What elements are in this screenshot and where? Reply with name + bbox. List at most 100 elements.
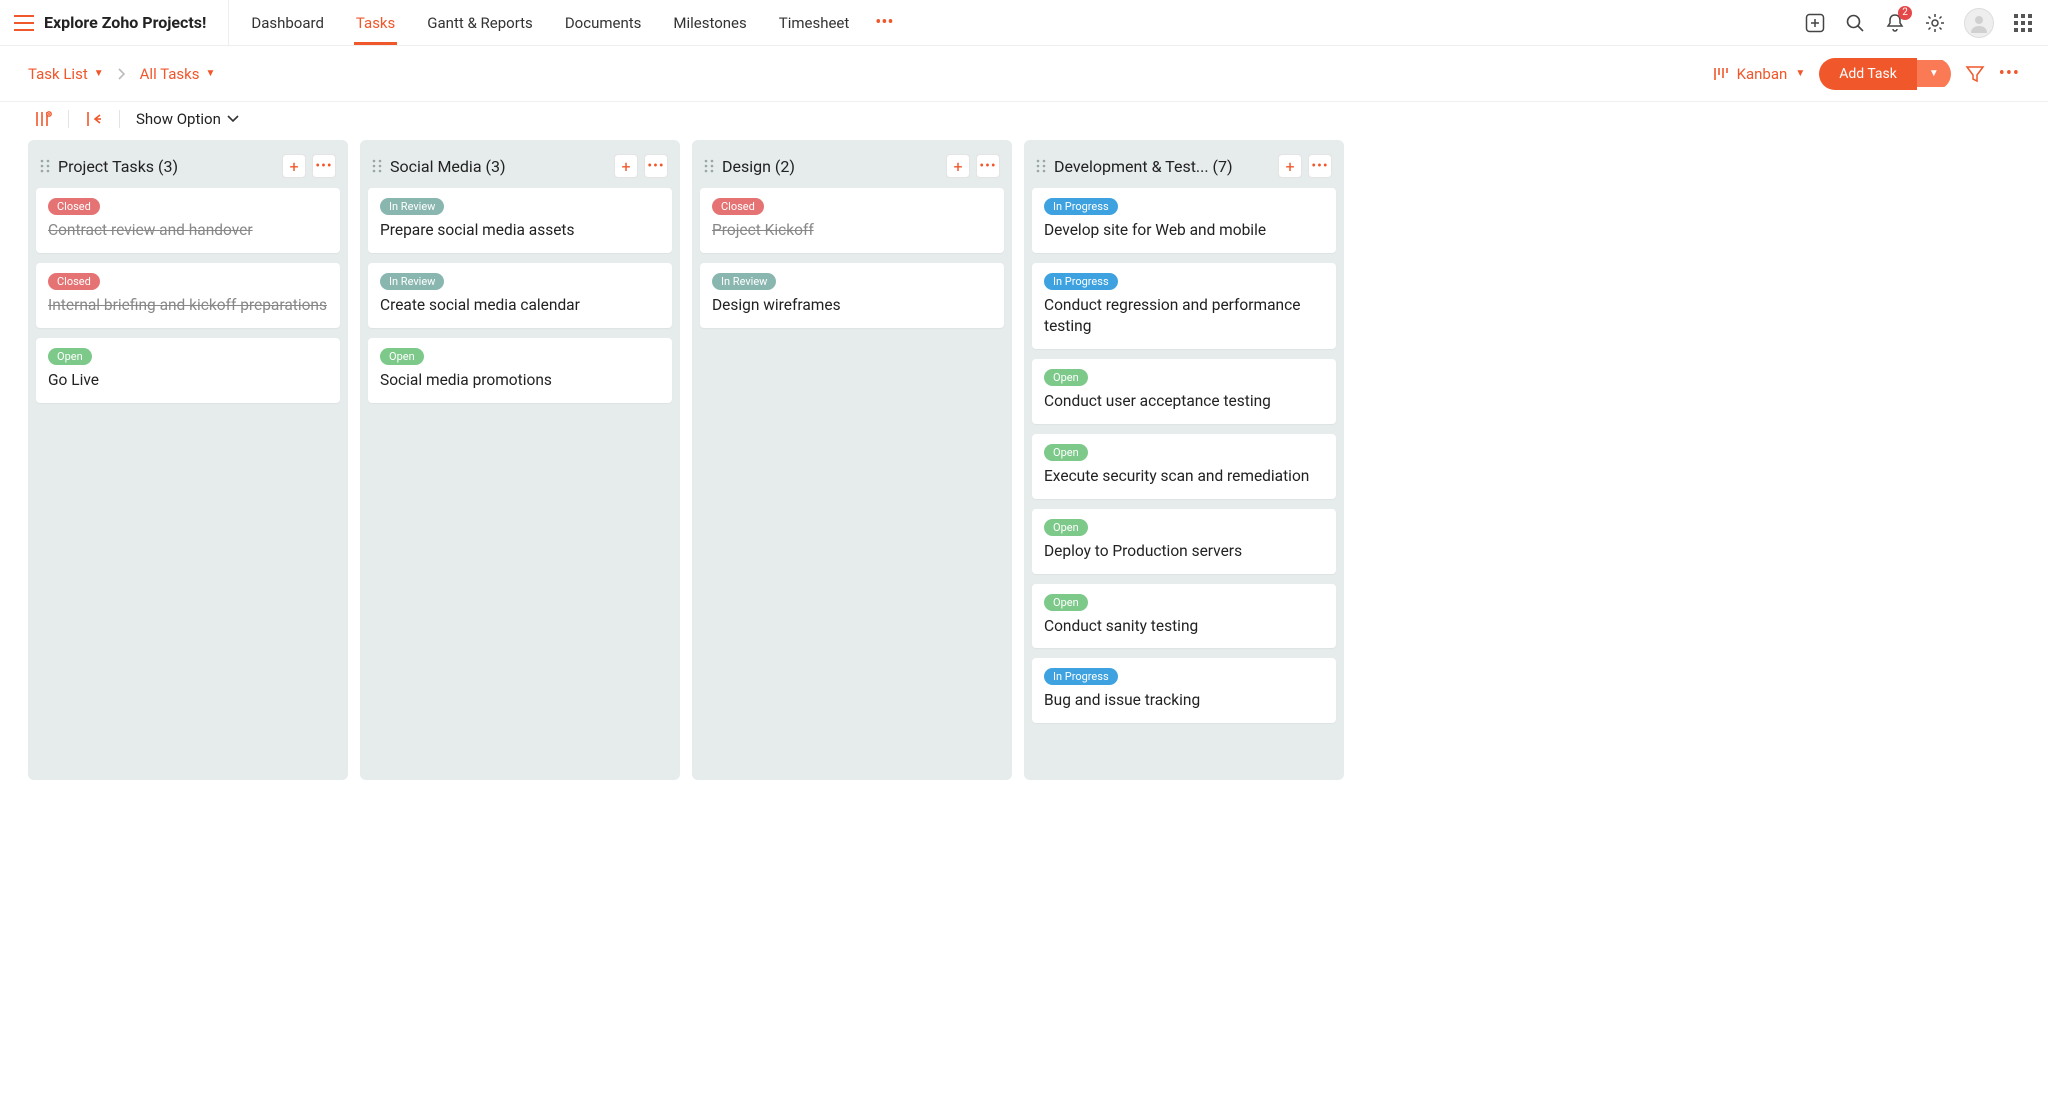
drag-handle-icon[interactable]: [372, 159, 382, 173]
menu-icon[interactable]: [14, 15, 34, 31]
card-title: Bug and issue tracking: [1044, 690, 1324, 711]
breadcrumb-task-list[interactable]: Task List ▼: [28, 65, 104, 83]
kanban-card[interactable]: Open Deploy to Production servers: [1032, 509, 1336, 574]
search-icon[interactable]: [1844, 12, 1866, 34]
column-actions: +•••: [614, 154, 668, 178]
column-add-icon[interactable]: +: [282, 154, 306, 178]
kanban-card[interactable]: Open Conduct sanity testing: [1032, 584, 1336, 649]
notification-badge: 2: [1898, 6, 1912, 20]
kanban-card[interactable]: Open Go Live: [36, 338, 340, 403]
status-badge: In Progress: [1044, 273, 1118, 290]
kanban-card[interactable]: In Review Create social media calendar: [368, 263, 672, 328]
kanban-column: Project Tasks (3) +••• Closed Contract revi…: [28, 140, 348, 780]
column-actions: +•••: [1278, 154, 1332, 178]
user-avatar[interactable]: [1964, 8, 1994, 38]
kanban-card[interactable]: In Review Prepare social media assets: [368, 188, 672, 253]
status-badge: Open: [380, 348, 424, 365]
column-more-icon[interactable]: •••: [644, 154, 668, 178]
status-badge: Open: [1044, 519, 1088, 536]
card-title: Contract review and handover: [48, 220, 328, 241]
nav-tab-dashboard[interactable]: Dashboard: [235, 0, 340, 45]
card-title: Go Live: [48, 370, 328, 391]
top-nav: Explore Zoho Projects! DashboardTasksGan…: [0, 0, 2048, 46]
nav-tab-tasks[interactable]: Tasks: [340, 0, 411, 45]
kanban-card[interactable]: In Progress Develop site for Web and mobi…: [1032, 188, 1336, 253]
breadcrumb-current[interactable]: All Tasks ▼: [140, 65, 216, 83]
status-badge: In Review: [712, 273, 776, 290]
topnav-right: 2: [1804, 8, 2034, 38]
add-task-caret-icon[interactable]: ▼: [1917, 60, 1951, 87]
settings-icon[interactable]: [1924, 12, 1946, 34]
status-badge: In Progress: [1044, 198, 1118, 215]
kanban-card[interactable]: ClosedInternal briefing and kickoff prep…: [36, 263, 340, 328]
card-title: Deploy to Production servers: [1044, 541, 1324, 562]
status-badge: Open: [1044, 594, 1088, 611]
column-add-icon[interactable]: +: [946, 154, 970, 178]
chevron-down-icon: [227, 115, 239, 123]
add-task-button[interactable]: Add Task ▼: [1819, 58, 1951, 90]
column-add-icon[interactable]: +: [1278, 154, 1302, 178]
kanban-settings-icon[interactable]: [34, 110, 52, 128]
status-badge: In Progress: [1044, 668, 1118, 685]
card-title: Conduct user acceptance testing: [1044, 391, 1324, 412]
column-header: Project Tasks (3) +•••: [36, 148, 340, 188]
show-option-dropdown[interactable]: Show Option: [136, 110, 239, 128]
kanban-card[interactable]: In Review Design wireframes: [700, 263, 1004, 328]
column-title: Social Media (3): [390, 157, 506, 176]
drag-handle-icon[interactable]: [40, 159, 50, 173]
card-title: Conduct sanity testing: [1044, 616, 1324, 637]
kanban-card[interactable]: In ProgressConduct regression and perfor…: [1032, 263, 1336, 349]
column-actions: +•••: [946, 154, 1000, 178]
nav-tab-gantt-reports[interactable]: Gantt & Reports: [411, 0, 549, 45]
subbar-right: Kanban ▼ Add Task ▼ •••: [1713, 58, 2020, 90]
more-options-icon[interactable]: •••: [1999, 63, 2020, 84]
status-badge: In Review: [380, 198, 444, 215]
kanban-card[interactable]: In Progress Bug and issue tracking: [1032, 658, 1336, 723]
column-actions: +•••: [282, 154, 336, 178]
card-title: Execute security scan and remediation: [1044, 466, 1324, 487]
show-option-label: Show Option: [136, 110, 221, 128]
column-more-icon[interactable]: •••: [312, 154, 336, 178]
column-add-icon[interactable]: +: [614, 154, 638, 178]
apps-icon[interactable]: [2012, 12, 2034, 34]
nav-tabs: DashboardTasksGantt & ReportsDocumentsMi…: [235, 0, 865, 45]
kanban-card[interactable]: ClosedProject Kickoff: [700, 188, 1004, 253]
column-more-icon[interactable]: •••: [976, 154, 1000, 178]
filter-icon[interactable]: [1965, 64, 1985, 84]
nav-tab-timesheet[interactable]: Timesheet: [763, 0, 866, 45]
nav-more-icon[interactable]: •••: [865, 12, 903, 33]
column-title: Project Tasks (3): [58, 157, 178, 176]
notifications-icon[interactable]: 2: [1884, 12, 1906, 34]
add-task-label: Add Task: [1819, 58, 1917, 90]
status-badge: Closed: [48, 198, 100, 215]
collapse-icon[interactable]: [85, 110, 103, 128]
status-badge: Open: [48, 348, 92, 365]
card-title: Develop site for Web and mobile: [1044, 220, 1324, 241]
column-header: Development & Test... (7) +•••: [1032, 148, 1336, 188]
drag-handle-icon[interactable]: [1036, 159, 1046, 173]
breadcrumb-separator: [118, 68, 126, 80]
column-header: Design (2)+•••: [700, 148, 1004, 188]
card-title: Prepare social media assets: [380, 220, 660, 241]
kanban-card[interactable]: OpenExecute security scan and remediatio…: [1032, 434, 1336, 499]
column-more-icon[interactable]: •••: [1308, 154, 1332, 178]
card-title: Design wireframes: [712, 295, 992, 316]
kanban-card[interactable]: OpenSocial media promotions: [368, 338, 672, 403]
add-icon[interactable]: [1804, 12, 1826, 34]
kanban-card[interactable]: Closed Contract review and handover: [36, 188, 340, 253]
card-title: Project Kickoff: [712, 220, 992, 241]
nav-tab-documents[interactable]: Documents: [549, 0, 658, 45]
column-header: Social Media (3) +•••: [368, 148, 672, 188]
drag-handle-icon[interactable]: [704, 159, 714, 173]
divider: [68, 110, 69, 128]
view-switch-kanban[interactable]: Kanban ▼: [1713, 65, 1806, 83]
nav-tab-milestones[interactable]: Milestones: [657, 0, 762, 45]
status-badge: Open: [1044, 369, 1088, 386]
caret-down-icon: ▼: [94, 68, 104, 79]
column-title: Development & Test... (7): [1054, 157, 1233, 176]
status-badge: In Review: [380, 273, 444, 290]
caret-down-icon: ▼: [1795, 68, 1805, 79]
brand-title[interactable]: Explore Zoho Projects!: [44, 0, 229, 45]
kanban-card[interactable]: Open Conduct user acceptance testing: [1032, 359, 1336, 424]
card-title: Create social media calendar: [380, 295, 660, 316]
